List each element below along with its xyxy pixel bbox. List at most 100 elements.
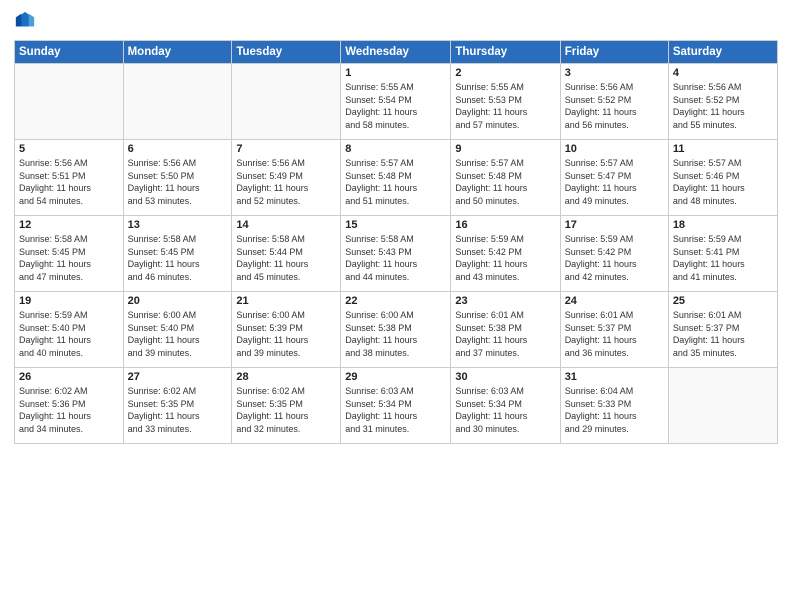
day-info: Sunrise: 5:58 AM Sunset: 5:44 PM Dayligh… xyxy=(236,233,336,283)
day-number: 4 xyxy=(673,67,773,79)
day-info: Sunrise: 5:59 AM Sunset: 5:42 PM Dayligh… xyxy=(565,233,664,283)
day-info: Sunrise: 6:03 AM Sunset: 5:34 PM Dayligh… xyxy=(345,385,446,435)
calendar-week-row: 12 Sunrise: 5:58 AM Sunset: 5:45 PM Dayli… xyxy=(15,216,778,292)
calendar-cell: 4Sunrise: 5:56 AM Sunset: 5:52 PM Daylig… xyxy=(668,64,777,140)
day-info: Sunrise: 6:02 AM Sunset: 5:35 PM Dayligh… xyxy=(128,385,228,435)
day-number: 31 xyxy=(565,371,664,383)
calendar-week-row: 1Sunrise: 5:55 AM Sunset: 5:54 PM Daylig… xyxy=(15,64,778,140)
weekday-header: Monday xyxy=(123,41,232,64)
calendar-cell: 28 Sunrise: 6:02 AM Sunset: 5:35 PM Dayli… xyxy=(232,368,341,444)
calendar-cell: 10 Sunrise: 5:57 AM Sunset: 5:47 PM Dayli… xyxy=(560,140,668,216)
day-number: 21 xyxy=(236,295,336,307)
calendar-cell: 22 Sunrise: 6:00 AM Sunset: 5:38 PM Dayli… xyxy=(341,292,451,368)
day-info: Sunrise: 5:55 AM Sunset: 5:53 PM Dayligh… xyxy=(455,81,555,131)
calendar-cell xyxy=(15,64,124,140)
calendar-cell: 18Sunrise: 5:59 AM Sunset: 5:41 PM Dayli… xyxy=(668,216,777,292)
day-info: Sunrise: 5:58 AM Sunset: 5:45 PM Dayligh… xyxy=(19,233,119,283)
day-number: 22 xyxy=(345,295,446,307)
weekday-header: Friday xyxy=(560,41,668,64)
day-info: Sunrise: 5:57 AM Sunset: 5:48 PM Dayligh… xyxy=(345,157,446,207)
calendar-cell: 16 Sunrise: 5:59 AM Sunset: 5:42 PM Dayli… xyxy=(451,216,560,292)
calendar-cell: 14 Sunrise: 5:58 AM Sunset: 5:44 PM Dayli… xyxy=(232,216,341,292)
day-number: 12 xyxy=(19,219,119,231)
day-number: 1 xyxy=(345,67,446,79)
day-number: 16 xyxy=(455,219,555,231)
day-info: Sunrise: 6:00 AM Sunset: 5:38 PM Dayligh… xyxy=(345,309,446,359)
day-info: Sunrise: 5:59 AM Sunset: 5:40 PM Dayligh… xyxy=(19,309,119,359)
day-info: Sunrise: 6:00 AM Sunset: 5:40 PM Dayligh… xyxy=(128,309,228,359)
day-info: Sunrise: 5:57 AM Sunset: 5:48 PM Dayligh… xyxy=(455,157,555,207)
calendar-cell: 15 Sunrise: 5:58 AM Sunset: 5:43 PM Dayli… xyxy=(341,216,451,292)
day-number: 26 xyxy=(19,371,119,383)
calendar-cell: 30 Sunrise: 6:03 AM Sunset: 5:34 PM Dayli… xyxy=(451,368,560,444)
calendar-cell: 11Sunrise: 5:57 AM Sunset: 5:46 PM Dayli… xyxy=(668,140,777,216)
calendar-cell: 8 Sunrise: 5:57 AM Sunset: 5:48 PM Daylig… xyxy=(341,140,451,216)
day-number: 18 xyxy=(673,219,773,231)
day-info: Sunrise: 5:58 AM Sunset: 5:43 PM Dayligh… xyxy=(345,233,446,283)
day-info: Sunrise: 6:04 AM Sunset: 5:33 PM Dayligh… xyxy=(565,385,664,435)
day-info: Sunrise: 5:56 AM Sunset: 5:51 PM Dayligh… xyxy=(19,157,119,207)
day-number: 30 xyxy=(455,371,555,383)
calendar-cell: 27 Sunrise: 6:02 AM Sunset: 5:35 PM Dayli… xyxy=(123,368,232,444)
calendar-cell: 29 Sunrise: 6:03 AM Sunset: 5:34 PM Dayli… xyxy=(341,368,451,444)
calendar-cell: 21Sunrise: 6:00 AM Sunset: 5:39 PM Dayli… xyxy=(232,292,341,368)
calendar-cell: 13 Sunrise: 5:58 AM Sunset: 5:45 PM Dayli… xyxy=(123,216,232,292)
day-info: Sunrise: 5:58 AM Sunset: 5:45 PM Dayligh… xyxy=(128,233,228,283)
page: SundayMondayTuesdayWednesdayThursdayFrid… xyxy=(0,0,792,612)
calendar-cell: 6 Sunrise: 5:56 AM Sunset: 5:50 PM Daylig… xyxy=(123,140,232,216)
calendar-cell: 31 Sunrise: 6:04 AM Sunset: 5:33 PM Dayli… xyxy=(560,368,668,444)
day-info: Sunrise: 6:02 AM Sunset: 5:35 PM Dayligh… xyxy=(236,385,336,435)
header xyxy=(14,10,778,32)
day-number: 24 xyxy=(565,295,664,307)
day-info: Sunrise: 6:02 AM Sunset: 5:36 PM Dayligh… xyxy=(19,385,119,435)
calendar-cell xyxy=(232,64,341,140)
calendar-week-row: 5 Sunrise: 5:56 AM Sunset: 5:51 PM Daylig… xyxy=(15,140,778,216)
weekday-header: Wednesday xyxy=(341,41,451,64)
calendar-cell: 7Sunrise: 5:56 AM Sunset: 5:49 PM Daylig… xyxy=(232,140,341,216)
day-number: 13 xyxy=(128,219,228,231)
day-number: 15 xyxy=(345,219,446,231)
day-info: Sunrise: 5:57 AM Sunset: 5:47 PM Dayligh… xyxy=(565,157,664,207)
calendar-cell: 19 Sunrise: 5:59 AM Sunset: 5:40 PM Dayli… xyxy=(15,292,124,368)
day-number: 29 xyxy=(345,371,446,383)
day-info: Sunrise: 6:01 AM Sunset: 5:37 PM Dayligh… xyxy=(565,309,664,359)
day-info: Sunrise: 5:56 AM Sunset: 5:52 PM Dayligh… xyxy=(565,81,664,131)
calendar-cell: 5 Sunrise: 5:56 AM Sunset: 5:51 PM Daylig… xyxy=(15,140,124,216)
day-number: 14 xyxy=(236,219,336,231)
calendar-cell: 9 Sunrise: 5:57 AM Sunset: 5:48 PM Daylig… xyxy=(451,140,560,216)
calendar-cell: 1Sunrise: 5:55 AM Sunset: 5:54 PM Daylig… xyxy=(341,64,451,140)
calendar-cell: 17 Sunrise: 5:59 AM Sunset: 5:42 PM Dayli… xyxy=(560,216,668,292)
day-number: 28 xyxy=(236,371,336,383)
weekday-header: Tuesday xyxy=(232,41,341,64)
day-info: Sunrise: 5:56 AM Sunset: 5:49 PM Dayligh… xyxy=(236,157,336,207)
calendar-header-row: SundayMondayTuesdayWednesdayThursdayFrid… xyxy=(15,41,778,64)
calendar-cell xyxy=(123,64,232,140)
day-number: 5 xyxy=(19,143,119,155)
weekday-header: Saturday xyxy=(668,41,777,64)
day-info: Sunrise: 6:03 AM Sunset: 5:34 PM Dayligh… xyxy=(455,385,555,435)
calendar-cell: 24 Sunrise: 6:01 AM Sunset: 5:37 PM Dayli… xyxy=(560,292,668,368)
calendar-table: SundayMondayTuesdayWednesdayThursdayFrid… xyxy=(14,40,778,444)
day-number: 9 xyxy=(455,143,555,155)
logo xyxy=(14,10,40,32)
day-number: 23 xyxy=(455,295,555,307)
day-info: Sunrise: 6:01 AM Sunset: 5:37 PM Dayligh… xyxy=(673,309,773,359)
day-number: 10 xyxy=(565,143,664,155)
calendar-cell: 20Sunrise: 6:00 AM Sunset: 5:40 PM Dayli… xyxy=(123,292,232,368)
calendar-cell: 2 Sunrise: 5:55 AM Sunset: 5:53 PM Daylig… xyxy=(451,64,560,140)
calendar-week-row: 26 Sunrise: 6:02 AM Sunset: 5:36 PM Dayli… xyxy=(15,368,778,444)
day-number: 8 xyxy=(345,143,446,155)
calendar-cell xyxy=(668,368,777,444)
day-info: Sunrise: 5:56 AM Sunset: 5:50 PM Dayligh… xyxy=(128,157,228,207)
calendar-cell: 12 Sunrise: 5:58 AM Sunset: 5:45 PM Dayli… xyxy=(15,216,124,292)
calendar-cell: 3 Sunrise: 5:56 AM Sunset: 5:52 PM Daylig… xyxy=(560,64,668,140)
day-info: Sunrise: 5:59 AM Sunset: 5:42 PM Dayligh… xyxy=(455,233,555,283)
day-number: 27 xyxy=(128,371,228,383)
day-number: 2 xyxy=(455,67,555,79)
day-number: 6 xyxy=(128,143,228,155)
day-number: 3 xyxy=(565,67,664,79)
day-number: 25 xyxy=(673,295,773,307)
day-number: 19 xyxy=(19,295,119,307)
calendar-week-row: 19 Sunrise: 5:59 AM Sunset: 5:40 PM Dayli… xyxy=(15,292,778,368)
day-number: 17 xyxy=(565,219,664,231)
